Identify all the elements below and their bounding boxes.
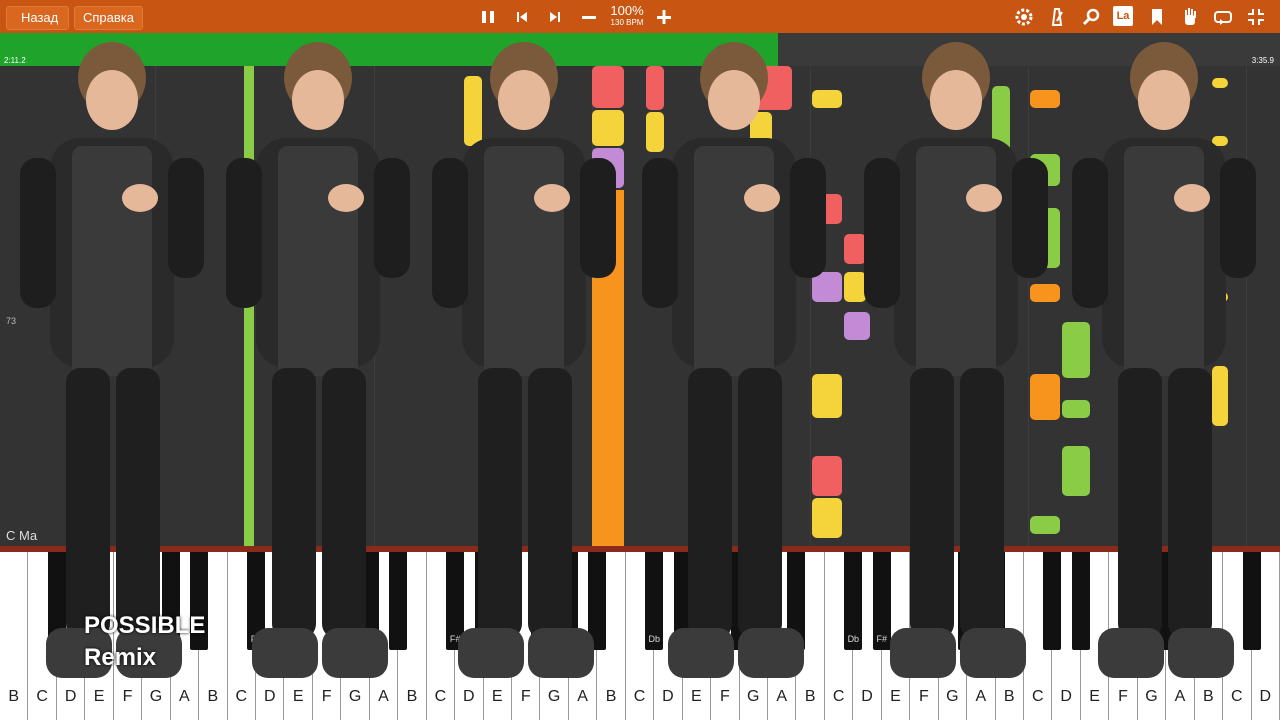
overlay-line-2: Remix	[84, 644, 157, 671]
bookmark-icon[interactable]	[1146, 6, 1168, 28]
prev-icon[interactable]	[511, 6, 533, 28]
person-image	[864, 42, 1048, 678]
pause-icon[interactable]	[477, 6, 499, 28]
overlay-line-1: POSSIBLE	[84, 612, 206, 639]
person-image	[642, 42, 826, 678]
bpm-value: 130 BPM	[610, 18, 644, 27]
magnifier-icon[interactable]	[1080, 6, 1102, 28]
minus-icon[interactable]	[578, 6, 600, 28]
person-image	[1072, 42, 1256, 678]
toolbar: Назад Справка 100% 130 BPM La	[0, 0, 1280, 33]
next-icon[interactable]	[544, 6, 566, 28]
hand-icon[interactable]	[1179, 6, 1201, 28]
video-overlay-title: POSSIBLE Remix	[84, 610, 205, 674]
back-button[interactable]: Назад	[6, 6, 70, 30]
person-image	[432, 42, 616, 678]
zoom-percent: 100%	[610, 3, 644, 18]
loop-icon[interactable]	[1212, 6, 1234, 28]
la-icon[interactable]: La	[1113, 6, 1133, 26]
tempo-display: 100% 130 BPM	[606, 4, 648, 28]
plus-icon[interactable]	[653, 6, 675, 28]
gear-icon[interactable]	[1013, 6, 1035, 28]
metronome-icon[interactable]	[1046, 6, 1068, 28]
help-button[interactable]: Справка	[74, 6, 143, 30]
person-image	[226, 42, 410, 678]
collapse-icon[interactable]	[1245, 6, 1267, 28]
